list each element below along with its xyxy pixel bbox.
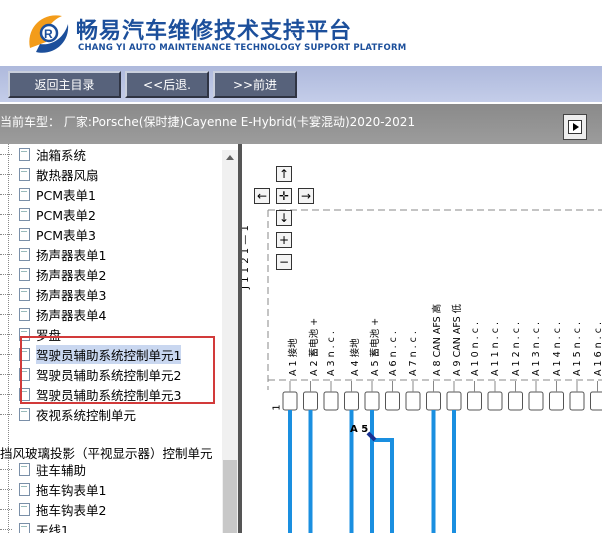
- back-button[interactable]: <<后退.: [125, 71, 209, 98]
- pan-down-button[interactable]: ↓: [276, 210, 292, 226]
- logo-icon: R: [29, 15, 69, 53]
- app-subtitle: CHANG YI AUTO MAINTENANCE TECHNOLOGY SUP…: [78, 43, 407, 53]
- pin-label: A 8 CAN AFS 高: [431, 303, 443, 376]
- pin-box: [549, 391, 564, 411]
- pin-box: [528, 391, 544, 411]
- connector-label: J 1 1 2 1 — 1: [242, 225, 251, 289]
- toggle-panel-button[interactable]: [563, 114, 587, 140]
- vehicle-bar: 当前车型： 厂家:Porsche(保时捷)Cayenne E-Hybrid(卡宴…: [0, 104, 602, 144]
- pin-box: [344, 391, 359, 411]
- pin-label: A 7 n . c .: [408, 331, 419, 376]
- current-vehicle-text: 当前车型： 厂家:Porsche(保时捷)Cayenne E-Hybrid(卡宴…: [0, 115, 416, 129]
- pin-label: A 3 n . c .: [326, 331, 337, 376]
- zoom-out-button[interactable]: −: [276, 254, 292, 270]
- pin-label: A 1 2 n . c .: [510, 322, 522, 376]
- pin-box: [364, 391, 380, 411]
- scroll-up-icon[interactable]: [222, 150, 238, 166]
- pan-right-button[interactable]: →: [298, 188, 314, 204]
- forward-button[interactable]: >>前进: [213, 71, 297, 98]
- home-button[interactable]: 返回主目录: [8, 71, 121, 98]
- tree-item[interactable]: PCM表单1: [0, 184, 96, 204]
- pin-label: A 2 蓄电池 +: [308, 317, 320, 376]
- pin-label: A 1 4 n . c .: [551, 322, 563, 376]
- pin-label: A 6 n . c .: [387, 331, 399, 376]
- pin-label: A 5 蓄电池 +: [370, 317, 381, 376]
- pin-box: [508, 391, 523, 411]
- document-icon: [19, 247, 30, 261]
- pin-label: A 1 3 n . c .: [531, 322, 542, 376]
- app-title: 畅易汽车维修技术支持平台: [76, 19, 353, 44]
- wiring-diagram: J 1 1 2 1 — 1 1 A 5 ↑ ← ✛ → ↓ + − A 1 接地…: [242, 144, 602, 533]
- pin-box: [487, 391, 503, 411]
- tree-item[interactable]: 扬声器表单2: [0, 264, 106, 284]
- document-icon: [19, 187, 30, 201]
- pin-box: [282, 391, 298, 411]
- pin-label: A 1 5 n . c .: [572, 322, 583, 376]
- pin-label: A 1 接地: [288, 338, 299, 376]
- zoom-in-button[interactable]: +: [276, 232, 292, 248]
- pin-box: [590, 391, 602, 411]
- tree-item[interactable]: 散热器风扇: [0, 164, 99, 184]
- pin-label: A 4 接地: [349, 338, 361, 376]
- document-icon: [19, 287, 30, 301]
- tree-item[interactable]: PCM表单3: [0, 224, 96, 244]
- document-icon: [19, 407, 30, 421]
- pan-left-button[interactable]: ←: [254, 188, 270, 204]
- tree-item[interactable]: 拖车钩表单1: [0, 479, 106, 499]
- pin-label: A 9 CAN AFS 低: [452, 303, 463, 376]
- document-icon: [19, 207, 30, 221]
- document-icon: [19, 267, 30, 281]
- tree-item[interactable]: 油箱系统: [0, 144, 86, 164]
- tree-item[interactable]: 拖车钩表单2: [0, 499, 106, 519]
- arrow-right-icon: [568, 120, 582, 134]
- tree-item[interactable]: 天线1: [0, 519, 69, 533]
- document-icon: [19, 462, 30, 476]
- pin-label: A 1 0 n . c .: [469, 322, 481, 376]
- tree-item[interactable]: PCM表单2: [0, 204, 96, 224]
- wire-label-a5: A 5: [350, 424, 369, 435]
- pin-box: [385, 391, 400, 411]
- pan-center-button[interactable]: ✛: [276, 188, 292, 204]
- document-icon: [19, 482, 30, 496]
- row-marker: 1: [271, 404, 283, 411]
- tree-item[interactable]: 扬声器表单3: [0, 284, 106, 304]
- pin-box: [467, 391, 482, 411]
- tree-item[interactable]: 夜视系统控制单元: [0, 404, 136, 424]
- pin-label: A 1 6 n . c .: [593, 322, 602, 376]
- tree-connector-line: [8, 144, 9, 533]
- tree-scrollbar[interactable]: [222, 150, 238, 533]
- document-icon: [19, 167, 30, 181]
- tree-item[interactable]: 扬声器表单4: [0, 304, 106, 324]
- tree-item[interactable]: 驻车辅助: [0, 459, 86, 479]
- toolbar: 返回主目录 <<后退. >>前进: [0, 66, 602, 102]
- tree-item[interactable]: 扬声器表单1: [0, 244, 106, 264]
- pin-box: [446, 391, 462, 411]
- scroll-thumb[interactable]: [223, 460, 237, 533]
- document-icon: [19, 522, 30, 533]
- pan-up-button[interactable]: ↑: [276, 166, 292, 182]
- header: R 畅易汽车维修技术支持平台 CHANG YI AUTO MAINTENANCE…: [0, 0, 602, 66]
- pin-box: [426, 391, 441, 411]
- document-icon: [19, 502, 30, 516]
- document-icon: [19, 227, 30, 241]
- pin-box: [303, 391, 318, 411]
- pin-label: A 1 1 n . c .: [490, 322, 501, 376]
- highlight-annotation-box: [20, 336, 215, 404]
- pin-box: [323, 391, 339, 411]
- document-icon: [19, 147, 30, 161]
- pin-box: [569, 391, 585, 411]
- pin-box: [405, 391, 421, 411]
- svg-text:R: R: [44, 27, 53, 41]
- document-icon: [19, 307, 30, 321]
